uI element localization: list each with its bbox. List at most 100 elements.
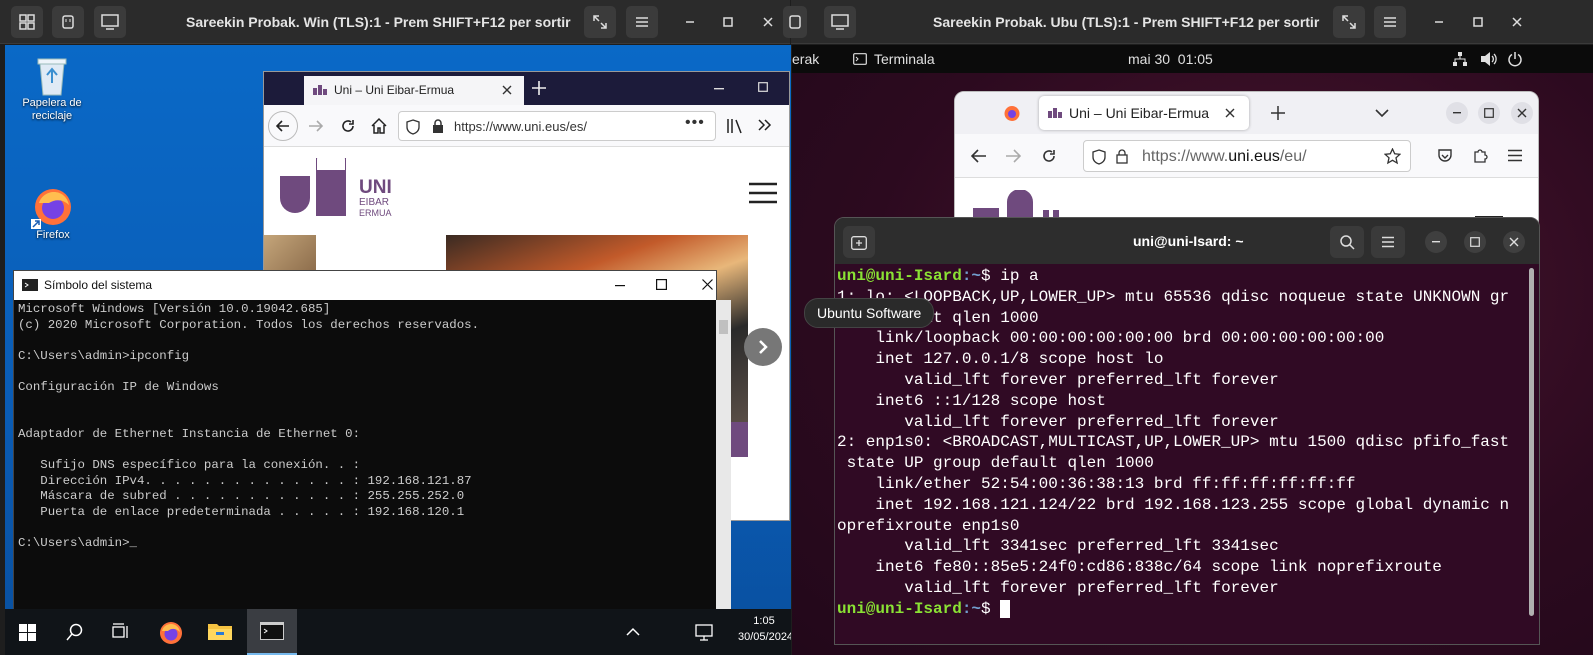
page-actions-icon[interactable]: ••• — [685, 114, 705, 132]
pocket-icon[interactable] — [1437, 148, 1453, 164]
terminal-title: uni@uni-Isard: ~ — [1133, 233, 1244, 249]
volume-icon[interactable] — [1480, 51, 1498, 67]
terminal-cursor — [1000, 599, 1010, 618]
back-button[interactable] — [268, 111, 298, 141]
uni-logo-text: UNI — [359, 177, 392, 198]
minimize-button[interactable] — [1446, 102, 1468, 124]
close-icon[interactable] — [702, 279, 713, 290]
app-menu-label[interactable]: Terminala — [874, 51, 935, 67]
clock-date: 30/05/2024 — [738, 631, 791, 643]
tab-close-icon[interactable] — [502, 85, 512, 95]
network-icon[interactable] — [695, 623, 713, 641]
firefox-view-icon[interactable] — [1003, 104, 1021, 122]
back-icon[interactable] — [971, 149, 987, 163]
start-icon[interactable] — [19, 624, 36, 641]
ubuntu-top-panel: erak Terminala mai 30 01:05 — [792, 45, 1593, 73]
cmd-scrollbar[interactable] — [716, 300, 731, 611]
maximize-icon[interactable] — [1467, 11, 1489, 33]
reload-icon[interactable] — [340, 118, 356, 134]
tab-close-icon[interactable] — [1225, 108, 1235, 118]
home-icon[interactable] — [370, 117, 388, 134]
forward-icon[interactable] — [308, 120, 324, 132]
terminal-scrollbar[interactable] — [1529, 268, 1534, 616]
url-bar[interactable]: https://www.uni.eus/es/ ••• — [398, 111, 716, 141]
file-explorer-icon[interactable] — [208, 621, 232, 641]
bookmark-star-icon[interactable] — [1384, 148, 1401, 165]
uni-logo-partial — [973, 190, 1059, 220]
app-menu-icon[interactable] — [1507, 149, 1523, 162]
close-button[interactable] — [1503, 231, 1525, 253]
firefox-taskbar-icon[interactable] — [158, 619, 184, 645]
tab-uni[interactable]: Uni – Uni Eibar-Ermua — [1039, 96, 1249, 130]
cmd-taskbar-button[interactable] — [247, 609, 297, 655]
minimize-icon[interactable] — [679, 11, 701, 33]
new-tab-icon[interactable] — [1271, 106, 1285, 120]
minimize-icon[interactable] — [1428, 11, 1450, 33]
close-icon[interactable] — [757, 11, 779, 33]
display-icon[interactable] — [94, 6, 126, 38]
fullscreen-icon[interactable] — [584, 6, 616, 38]
close-button[interactable] — [1511, 102, 1533, 124]
menu-icon[interactable] — [1374, 6, 1406, 38]
maximize-button[interactable] — [1464, 231, 1486, 253]
usb-icon[interactable] — [783, 6, 807, 38]
list-tabs-chevron-icon[interactable] — [1375, 109, 1389, 117]
shield-icon[interactable] — [1092, 149, 1106, 165]
tray-chevron-up-icon[interactable] — [626, 627, 640, 636]
recycle-bin-shortcut[interactable]: Papelera de reciclaje — [19, 53, 85, 123]
hamburger-menu-icon[interactable] — [749, 182, 777, 204]
library-icon[interactable] — [726, 118, 744, 134]
tab-uni[interactable]: Uni – Uni Eibar-Ermua — [304, 76, 524, 105]
new-tab-button[interactable] — [843, 226, 875, 258]
clock[interactable]: 1:05 30/05/2024 — [738, 613, 791, 645]
terminal-line: valid_lft forever preferred_lft forever — [837, 578, 1279, 597]
maximize-icon[interactable] — [656, 279, 667, 290]
menu-icon — [1382, 236, 1394, 248]
network-wired-icon[interactable] — [1452, 51, 1468, 67]
panel-clock[interactable]: mai 30 01:05 — [1128, 51, 1213, 67]
terminal-line: state UP group default qlen 1000 — [837, 454, 1154, 473]
forward-icon[interactable] — [1005, 149, 1021, 163]
cmd-output[interactable]: Microsoft Windows [Versión 10.0.19042.68… — [18, 302, 479, 552]
terminal-window: uni@uni-Isard: ~ uni@uni-Isard:~$ ip a 1… — [834, 217, 1540, 645]
minimize-icon[interactable] — [615, 285, 625, 287]
firefox-shortcut[interactable]: Firefox — [23, 183, 83, 242]
right-viewer-titlebar: Sareekin Probak. Ubu (TLS):1 - Prem SHIF… — [783, 0, 1593, 44]
reload-icon[interactable] — [1041, 148, 1057, 164]
usb-icon[interactable] — [52, 6, 84, 38]
maximize-icon[interactable] — [717, 11, 739, 33]
display-icon[interactable] — [824, 6, 856, 38]
cmd-line: (c) 2020 Microsoft Corporation. Todos lo… — [18, 317, 480, 332]
terminal-line: inet 192.168.121.124/22 brd 192.168.123.… — [837, 495, 1510, 514]
nav-toolbar: https://www.uni.eus/es/ ••• — [264, 105, 789, 147]
cmd-title: Símbolo del sistema — [44, 278, 153, 292]
cmd-line: Sufijo DNS específico para la conexión. … — [18, 457, 361, 472]
dock-tooltip: Ubuntu Software — [804, 298, 935, 328]
terminal-menu-button[interactable] — [1371, 226, 1405, 258]
maximize-icon[interactable] — [758, 82, 768, 92]
minimize-button[interactable] — [1425, 231, 1447, 253]
task-view-icon[interactable] — [112, 623, 130, 641]
cmd-cursor: _ — [129, 535, 137, 550]
carousel-next-button[interactable] — [744, 328, 782, 366]
overflow-chevron-icon[interactable] — [758, 119, 772, 131]
terminal-output[interactable]: uni@uni-Isard:~$ ip a 1: lo: <LOOPBACK,U… — [837, 266, 1509, 620]
url-text: https://www.uni.eus/es/ — [454, 119, 587, 134]
apps-icon[interactable] — [11, 6, 43, 38]
shield-icon[interactable] — [406, 119, 420, 135]
power-icon[interactable] — [1507, 51, 1523, 67]
maximize-button[interactable] — [1478, 102, 1500, 124]
activities-partial[interactable]: erak — [792, 51, 819, 67]
new-tab-icon[interactable] — [532, 81, 546, 95]
search-button[interactable] — [1330, 226, 1364, 258]
firefox-icon — [31, 189, 71, 229]
fullscreen-icon[interactable] — [1333, 6, 1365, 38]
url-prefix: https://www. — [1142, 148, 1229, 165]
menu-icon[interactable] — [626, 6, 658, 38]
url-bar[interactable]: https://www.uni.eus/eu/ — [1083, 140, 1411, 172]
prompt-symbol: $ — [981, 267, 1001, 285]
minimize-icon[interactable] — [714, 88, 724, 90]
extensions-icon[interactable] — [1472, 147, 1488, 164]
close-icon[interactable] — [1506, 11, 1528, 33]
search-icon[interactable] — [66, 623, 84, 641]
